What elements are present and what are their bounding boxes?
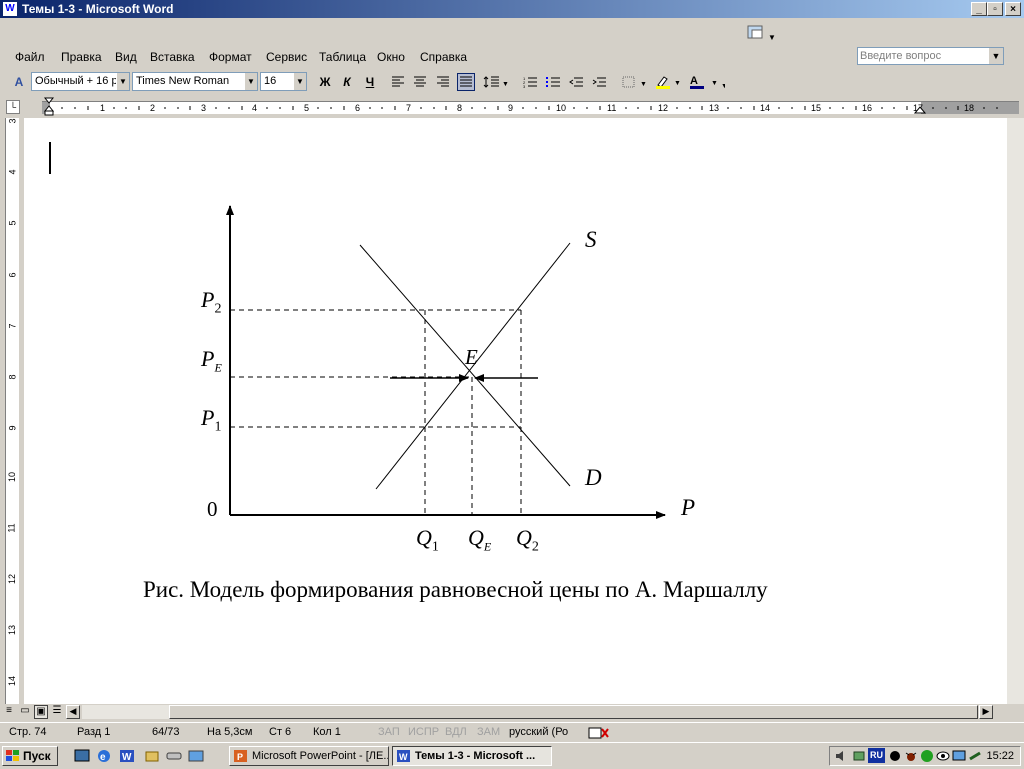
status-section: Разд 1 — [77, 726, 111, 738]
powerpoint-icon: P — [234, 750, 247, 762]
svg-text:W: W — [122, 752, 132, 763]
scroll-thumb[interactable] — [169, 705, 978, 719]
status-line: Ст 6 — [269, 726, 292, 738]
p1-label: P1 — [201, 405, 222, 435]
supply-demand-figure — [226, 205, 666, 519]
taskbar: Пуск e W P Microsoft PowerPoint - [ЛЕ...… — [0, 742, 1024, 769]
svg-text:P: P — [237, 752, 243, 762]
show-desktop-icon[interactable] — [74, 749, 90, 763]
figure-caption: Рис. Модель формирования равновесной цен… — [143, 577, 768, 602]
drive-quicklaunch-icon[interactable] — [166, 749, 182, 763]
status-pages: 64/73 — [152, 726, 180, 738]
monitor-tray-icon[interactable] — [952, 749, 966, 763]
status-bar: Стр. 74 Разд 1 64/73 На 5,3см Ст 6 Кол 1… — [0, 722, 1024, 743]
status-language: русский (Ро — [509, 726, 569, 738]
internet-explorer-icon[interactable]: e — [96, 749, 112, 763]
status-rec[interactable]: ЗАП — [378, 726, 400, 738]
svg-text:e: e — [100, 752, 106, 763]
status-trk[interactable]: ИСПР — [408, 726, 439, 738]
p2-label: P2 — [201, 287, 222, 317]
eye-icon[interactable] — [936, 749, 950, 763]
status-position: На 5,3см — [207, 726, 253, 738]
monitor-quicklaunch-icon[interactable] — [188, 749, 204, 763]
explorer-quicklaunch-icon[interactable] — [144, 749, 160, 763]
start-button[interactable]: Пуск — [2, 746, 58, 766]
print-layout-view-icon[interactable]: ▣ — [34, 705, 48, 719]
word-icon: W — [397, 750, 410, 762]
status-ext[interactable]: ВДЛ — [445, 726, 467, 738]
sound-icon[interactable] — [834, 749, 850, 763]
pe-label: PE — [201, 346, 222, 375]
web-layout-view-icon[interactable]: ▭ — [18, 705, 32, 719]
network-icon[interactable] — [852, 749, 866, 763]
windows-logo-icon — [6, 750, 19, 761]
word-quicklaunch-icon[interactable]: W — [119, 749, 135, 763]
q1-label: Q1 — [416, 525, 439, 555]
usb-icon[interactable] — [968, 749, 982, 763]
qe-label: QE — [468, 525, 492, 554]
scroll-left-icon[interactable]: ◀ — [66, 705, 80, 719]
clock: 15:22 — [986, 750, 1014, 762]
q2-label: Q2 — [516, 525, 539, 555]
antivirus-icon[interactable] — [888, 749, 902, 763]
task-word[interactable]: W Темы 1-3 - Microsoft ... — [392, 746, 552, 766]
status-column: Кол 1 — [313, 726, 341, 738]
language-indicator[interactable]: RU — [868, 748, 885, 763]
demand-label: D — [585, 465, 602, 490]
supply-label: S — [585, 227, 597, 252]
task-powerpoint[interactable]: P Microsoft PowerPoint - [ЛЕ... — [229, 746, 389, 766]
status-ovr[interactable]: ЗАМ — [477, 726, 500, 738]
x-axis-label: P — [681, 495, 696, 520]
normal-view-icon[interactable]: ≡ — [2, 705, 16, 719]
shield-icon[interactable] — [920, 749, 934, 763]
svg-text:W: W — [399, 752, 408, 762]
system-tray: RU 15:22 — [829, 746, 1021, 766]
outline-view-icon[interactable]: ☰ — [50, 705, 64, 719]
equilibrium-label: E — [465, 345, 478, 369]
vertical-scrollbar[interactable] — [1007, 118, 1024, 704]
origin-label: 0 — [207, 497, 218, 521]
status-page: Стр. 74 — [9, 726, 47, 738]
bug-icon[interactable] — [904, 749, 918, 763]
scroll-right-icon[interactable]: ▶ — [979, 705, 993, 719]
horizontal-scrollbar[interactable]: ≡ ▭ ▣ ☰ ◀ ▶ — [0, 704, 1024, 721]
spelling-status-icon[interactable] — [588, 726, 610, 743]
